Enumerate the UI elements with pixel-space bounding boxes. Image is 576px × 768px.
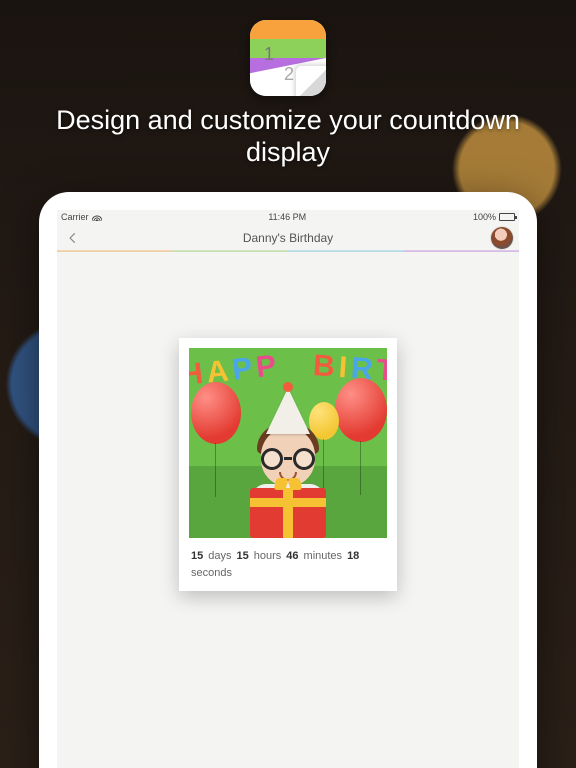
back-button[interactable] — [63, 228, 83, 248]
wifi-icon — [92, 213, 102, 221]
promo-stage: 1 2 Design and customize your countdown … — [0, 0, 576, 768]
chevron-left-icon — [66, 231, 80, 245]
page-curl-icon — [296, 66, 326, 96]
nav-bar: Danny's Birthday — [57, 224, 519, 252]
countdown-days: 15 — [191, 550, 203, 562]
tablet-screen: Carrier 11:46 PM 100% Danny's Birthday — [57, 210, 519, 768]
status-bar: Carrier 11:46 PM 100% — [57, 210, 519, 224]
gift-icon — [250, 488, 326, 538]
battery-icon — [499, 213, 515, 221]
app-icon-digit-1: 1 — [264, 44, 274, 65]
page-title: Danny's Birthday — [243, 231, 333, 245]
countdown-hours-unit: hours — [254, 550, 282, 562]
countdown-card[interactable]: HAPP BIRT 15 — [179, 338, 397, 591]
countdown-minutes: 46 — [286, 550, 298, 562]
countdown-seconds-unit: seconds — [191, 567, 232, 579]
countdown-minutes-unit: minutes — [304, 550, 343, 562]
avatar[interactable] — [491, 227, 513, 249]
carrier-label: Carrier — [61, 212, 89, 222]
child-illustration — [233, 388, 343, 538]
tablet-frame: Carrier 11:46 PM 100% Danny's Birthday — [39, 192, 537, 768]
countdown-seconds: 18 — [347, 550, 359, 562]
app-icon: 1 2 — [250, 20, 326, 96]
app-icon-digit-2: 2 — [284, 64, 294, 85]
countdown-hours: 15 — [237, 550, 249, 562]
battery-percent: 100% — [473, 212, 496, 222]
event-photo: HAPP BIRT — [189, 348, 387, 538]
promo-headline: Design and customize your countdown disp… — [0, 104, 576, 169]
countdown-days-unit: days — [208, 550, 231, 562]
status-time: 11:46 PM — [268, 212, 306, 222]
countdown-readout: 15 days 15 hours 46 minutes 18 seconds — [189, 550, 387, 579]
